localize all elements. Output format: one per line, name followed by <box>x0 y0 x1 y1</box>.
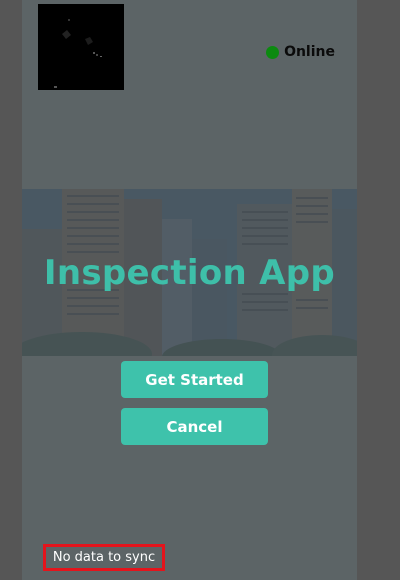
status-dot-icon <box>266 45 280 59</box>
hero-banner: Inspection App <box>22 189 357 356</box>
app-screen: Online Inspection App Get Started Cancel <box>22 0 357 580</box>
app-title: Inspection App <box>43 253 336 293</box>
sync-status-text: No data to sync <box>43 544 165 571</box>
get-started-button[interactable]: Get Started <box>121 361 268 398</box>
status-label: Online <box>284 44 335 60</box>
logo-icon <box>38 4 124 90</box>
page: Online Inspection App Get Started Cancel… <box>0 0 400 580</box>
cancel-button[interactable]: Cancel <box>121 408 268 445</box>
connection-status: Online <box>266 44 335 60</box>
company-logo <box>38 4 124 90</box>
